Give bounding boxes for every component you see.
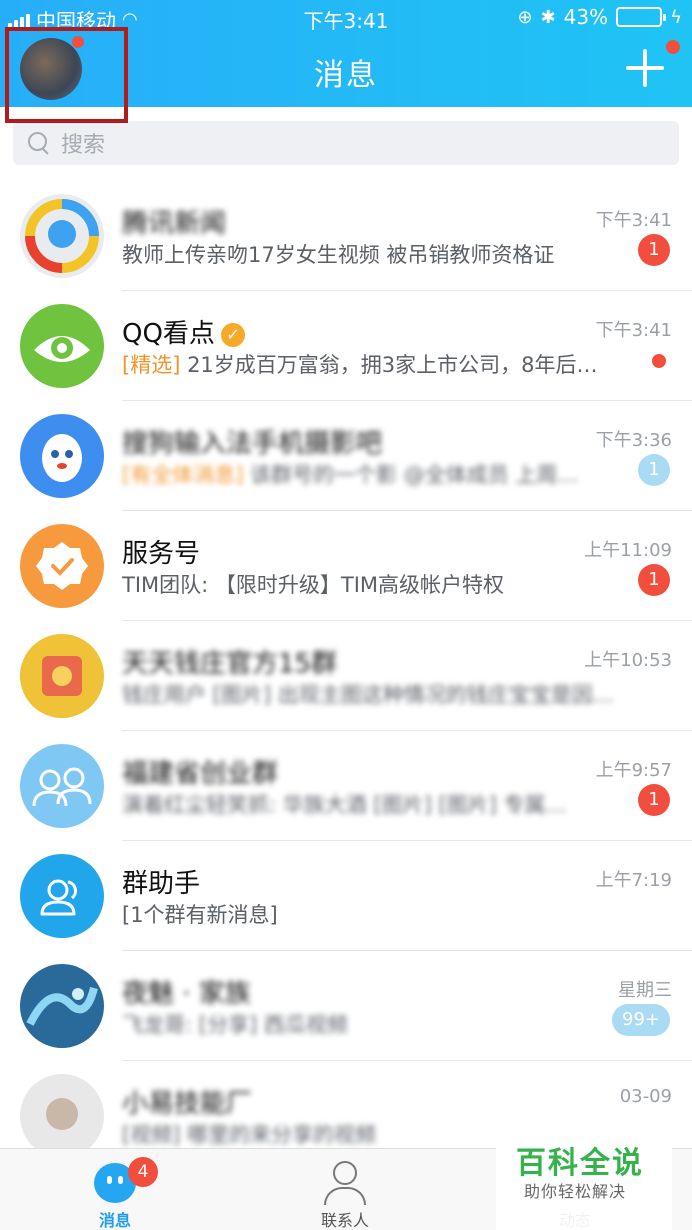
conversation-time: 上午10:53 — [584, 650, 672, 671]
plus-icon[interactable] — [626, 45, 672, 91]
tab-contacts[interactable]: 联系人 — [270, 1149, 420, 1230]
conversation-name: 服务号 — [122, 539, 201, 569]
conversation-name: 搜狗输入法手机摄影吧 — [122, 429, 383, 459]
search-input[interactable]: 搜索 — [13, 121, 679, 165]
battery-icon — [616, 7, 667, 27]
conversation-preview: [有全体消息] 该群号的一个影 @全体成员 上周… — [122, 459, 622, 489]
tencent-news-avatar — [20, 194, 104, 278]
conversation-name: 福建省创业群 — [122, 759, 279, 789]
conversation-preview: TIM团队: 【限时升级】TIM高级帐户特权 — [122, 573, 505, 597]
conversation-preview: [精选] 21岁成百万富翁，拥3家上市公司，8年后… — [122, 349, 622, 379]
unread-badge: 1 — [638, 564, 670, 596]
group-avatar — [20, 634, 104, 718]
conversation-row[interactable]: 搜狗输入法手机摄影吧 [有全体消息] 该群号的一个影 @全体成员 上周… 下午3… — [0, 401, 692, 511]
small-avatar — [20, 1074, 104, 1158]
conversation-row[interactable]: 夜魅 · 家族 飞龙哥: [分享] 西瓜视频 星期三 99+ — [0, 951, 692, 1061]
search-icon — [27, 131, 51, 155]
watermark-title: 百科全说 — [516, 1146, 644, 1181]
unread-badge: 1 — [638, 784, 670, 816]
tab-messages[interactable]: 4 消息 — [40, 1149, 190, 1230]
watermark-subtitle: 助你轻松解决 — [524, 1182, 627, 1201]
conversation-time: 下午3:41 — [595, 210, 672, 231]
unread-badge: 99+ — [612, 1004, 670, 1036]
conversation-name: 天天钱庄官方15群 — [122, 649, 338, 679]
preview-text: 21岁成百万富翁，拥3家上市公司，8年后… — [180, 353, 598, 377]
battery-percent: 43% — [563, 5, 609, 29]
conversation-name: QQ看点 ✓ — [122, 313, 245, 350]
plus-unread-dot — [666, 40, 680, 54]
conversation-row[interactable]: 服务号 TIM团队: 【限时升级】TIM高级帐户特权 上午11:09 1 — [0, 511, 692, 621]
bluetooth-icon: ✱ — [540, 6, 556, 28]
conversation-preview: 飞龙哥: [分享] 西瓜视频 — [122, 1013, 348, 1037]
preview-tag: [精选] — [122, 353, 181, 377]
verified-icon: ✓ — [220, 323, 245, 347]
unread-badge: 1 — [638, 454, 670, 486]
conversation-name: 腾讯新闻 — [122, 209, 227, 239]
conversation-name: 夜魅 · 家族 — [122, 979, 251, 1009]
unread-dot — [652, 354, 666, 368]
group-helper-icon — [20, 854, 104, 938]
conversation-preview: 教师上传亲吻17岁女生视频 被吊销教师资格证 — [122, 243, 555, 267]
eye-icon — [20, 304, 104, 388]
tab-messages-label: 消息 — [98, 1211, 131, 1230]
dragon-avatar — [20, 964, 104, 1048]
orientation-lock-icon: ⊕ — [517, 6, 533, 28]
conversation-row[interactable]: 福建省创业群 演着红尘轻笑抓: 华族大酒 [图片] [图片] 专属… 上午9:5… — [0, 731, 692, 841]
conversation-preview: 演着红尘轻笑抓: 华族大酒 [图片] [图片] 专属… — [122, 793, 567, 817]
conversation-list: 腾讯新闻 教师上传亲吻17岁女生视频 被吊销教师资格证 下午3:41 1 QQ看… — [0, 181, 692, 1171]
preview-tag: [有全体消息] — [122, 463, 244, 487]
conversation-time: 星期三 — [618, 980, 672, 1001]
conversation-name: 小易技能厂 — [122, 1089, 253, 1119]
sogou-mascot-avatar — [20, 414, 104, 498]
conversation-time: 上午11:09 — [584, 540, 672, 561]
conversation-time: 上午9:57 — [595, 760, 672, 781]
conversation-preview: [1个群有新消息] — [122, 903, 278, 927]
conversation-row[interactable]: 天天钱庄官方15群 钱庄用户 [图片] 出现主图这种情况的钱庄宝宝是因为… 上午… — [0, 621, 692, 731]
service-badge-icon — [20, 524, 104, 608]
conversation-preview: 钱庄用户 [图片] 出现主图这种情况的钱庄宝宝是因为… — [122, 683, 622, 707]
preview-text: 该群号的一个影 @全体成员 上周… — [243, 463, 579, 487]
messages-badge: 4 — [128, 1157, 158, 1187]
search-placeholder: 搜索 — [61, 133, 106, 158]
conversation-row[interactable]: 腾讯新闻 教师上传亲吻17岁女生视频 被吊销教师资格证 下午3:41 1 — [0, 181, 692, 291]
conversation-time: 03-09 — [619, 1086, 672, 1107]
conversation-name: 群助手 — [122, 869, 201, 899]
tab-contacts-label: 联系人 — [320, 1211, 369, 1230]
avatar-highlight-box — [5, 27, 128, 123]
status-right: ⊕ ✱ 43% ϟ — [517, 5, 682, 29]
conversation-name-text: QQ看点 — [122, 319, 215, 349]
conversation-time: 下午3:41 — [595, 320, 672, 341]
conversation-row[interactable]: QQ看点 ✓ [精选] 21岁成百万富翁，拥3家上市公司，8年后… 下午3:41 — [0, 291, 692, 401]
group-people-icon — [20, 744, 104, 828]
conversation-time: 上午7:19 — [595, 870, 672, 891]
conversation-row[interactable]: 群助手 [1个群有新消息] 上午7:19 — [0, 841, 692, 951]
conversation-time: 下午3:36 — [595, 430, 672, 451]
unread-badge: 1 — [638, 234, 670, 266]
charging-icon: ϟ — [670, 6, 682, 28]
watermark-logo: 百科全说 助你轻松解决 — [496, 1130, 672, 1230]
contacts-person-icon — [322, 1161, 368, 1205]
